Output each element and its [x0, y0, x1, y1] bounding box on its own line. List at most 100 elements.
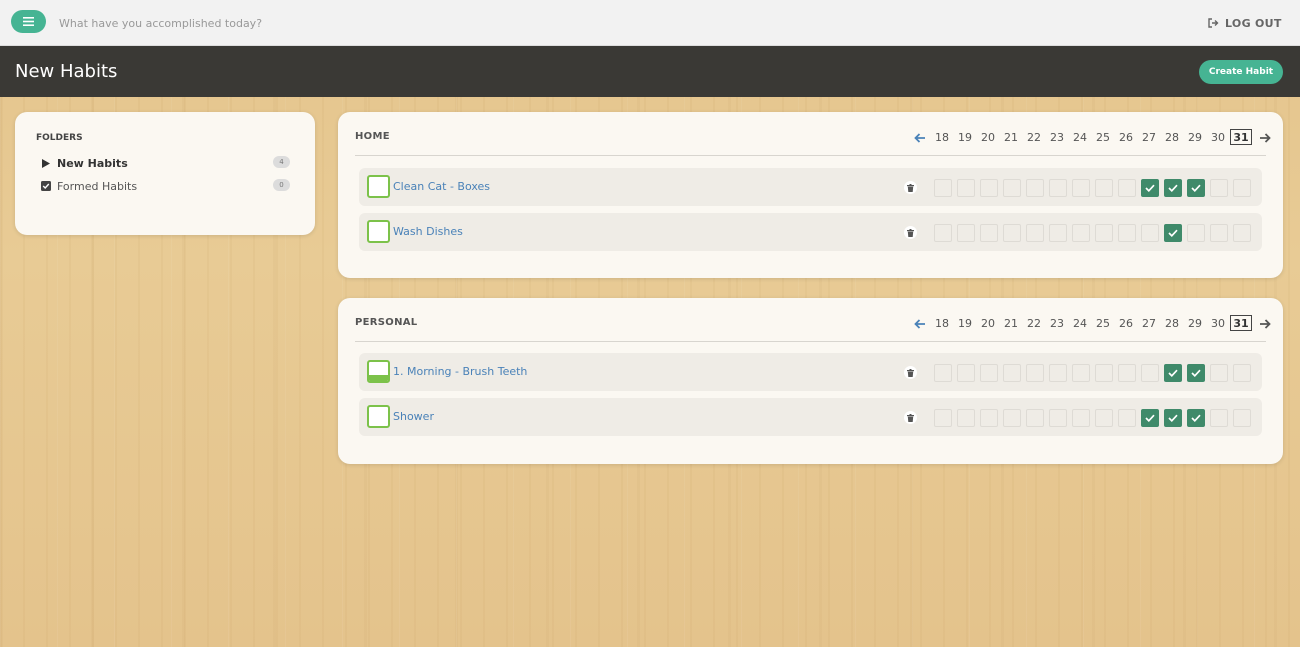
day-label: 19: [958, 130, 972, 144]
day-checkbox[interactable]: [1003, 179, 1021, 197]
day-checkbox[interactable]: [1233, 409, 1251, 427]
accomplishment-input[interactable]: [52, 11, 572, 35]
trash-icon[interactable]: [904, 411, 917, 424]
day-label: 20: [981, 130, 995, 144]
habit-name-link[interactable]: Clean Cat - Boxes: [393, 180, 490, 193]
day-label: 21: [1004, 130, 1018, 144]
folder-item-new-habits[interactable]: New Habits 4: [40, 154, 290, 172]
day-label: 29: [1188, 130, 1202, 144]
menu-button[interactable]: [11, 10, 46, 33]
day-checkbox[interactable]: [980, 409, 998, 427]
day-checkbox[interactable]: [957, 364, 975, 382]
day-checkbox[interactable]: [1095, 179, 1113, 197]
day-checkbox[interactable]: [1003, 409, 1021, 427]
create-habit-button[interactable]: Create Habit: [1199, 60, 1283, 84]
day-checkbox[interactable]: [1210, 224, 1228, 242]
logout-button[interactable]: LOG OUT: [1208, 14, 1282, 32]
day-label: 29: [1188, 316, 1202, 330]
group-title: PERSONAL: [355, 317, 418, 328]
day-label: 30: [1211, 316, 1225, 330]
day-checkbox[interactable]: [1118, 179, 1136, 197]
habit-name-link[interactable]: Wash Dishes: [393, 225, 463, 238]
habit-name-link[interactable]: 1. Morning - Brush Teeth: [393, 365, 527, 378]
trash-icon[interactable]: [904, 181, 917, 194]
trash-icon[interactable]: [904, 366, 917, 379]
day-label: 21: [1004, 316, 1018, 330]
check-icon: [1191, 369, 1201, 377]
day-checkbox[interactable]: [1072, 409, 1090, 427]
habit-checkbox[interactable]: [367, 220, 390, 243]
day-checkbox[interactable]: [1210, 179, 1228, 197]
day-checkbox[interactable]: [934, 364, 952, 382]
day-checkbox[interactable]: [1210, 409, 1228, 427]
day-checkbox[interactable]: [934, 224, 952, 242]
day-checkbox[interactable]: [1072, 364, 1090, 382]
check-icon: [1168, 184, 1178, 192]
day-checkbox-checked[interactable]: [1187, 364, 1205, 382]
day-checkbox[interactable]: [1003, 224, 1021, 242]
day-checkbox[interactable]: [980, 179, 998, 197]
day-checkbox[interactable]: [1118, 364, 1136, 382]
habit-checkbox[interactable]: [367, 175, 390, 198]
day-label: 30: [1211, 130, 1225, 144]
arrow-left-icon[interactable]: [914, 132, 926, 144]
day-checkbox[interactable]: [1095, 409, 1113, 427]
folder-item-formed-habits[interactable]: Formed Habits 0: [40, 177, 290, 195]
day-checkbox[interactable]: [1026, 364, 1044, 382]
day-checkbox[interactable]: [957, 179, 975, 197]
day-checkbox[interactable]: [1118, 224, 1136, 242]
day-checkbox[interactable]: [1026, 409, 1044, 427]
caret-right-icon: [40, 158, 52, 168]
arrow-right-icon[interactable]: [1259, 318, 1271, 330]
day-label: 25: [1096, 130, 1110, 144]
day-checkbox[interactable]: [1233, 364, 1251, 382]
day-checkbox-checked[interactable]: [1164, 179, 1182, 197]
day-checkbox[interactable]: [1003, 364, 1021, 382]
arrow-left-icon[interactable]: [914, 318, 926, 330]
day-checkbox[interactable]: [1072, 224, 1090, 242]
day-checkbox-checked[interactable]: [1164, 409, 1182, 427]
habit-checkbox[interactable]: [367, 405, 390, 428]
day-checkbox[interactable]: [934, 179, 952, 197]
day-checkbox[interactable]: [1026, 224, 1044, 242]
folder-label: New Habits: [57, 156, 128, 170]
day-label: 22: [1027, 130, 1041, 144]
folders-panel: FOLDERS New Habits 4 Formed Habits 0: [15, 112, 315, 235]
day-checkbox[interactable]: [957, 409, 975, 427]
day-checkbox[interactable]: [1141, 364, 1159, 382]
habit-name-link[interactable]: Shower: [393, 410, 434, 423]
day-checkbox-checked[interactable]: [1141, 409, 1159, 427]
day-checkbox[interactable]: [980, 364, 998, 382]
habit-group-personal: PERSONAL 1. Morning - Brush Teeth Shower…: [338, 298, 1283, 464]
day-label: 19: [958, 316, 972, 330]
folder-count-badge: 0: [273, 179, 290, 191]
day-checkbox[interactable]: [1049, 224, 1067, 242]
day-checkbox[interactable]: [1233, 224, 1251, 242]
day-checkbox[interactable]: [1049, 364, 1067, 382]
day-checkbox[interactable]: [1026, 179, 1044, 197]
day-checkbox[interactable]: [1095, 364, 1113, 382]
day-checkbox[interactable]: [1187, 224, 1205, 242]
day-checkbox[interactable]: [957, 224, 975, 242]
day-checkbox[interactable]: [1141, 224, 1159, 242]
day-checkbox[interactable]: [1072, 179, 1090, 197]
day-checkbox[interactable]: [1233, 179, 1251, 197]
day-checkbox[interactable]: [934, 409, 952, 427]
day-checkbox-checked[interactable]: [1164, 364, 1182, 382]
checkbox-checked-icon: [40, 181, 52, 191]
day-checkbox-checked[interactable]: [1141, 179, 1159, 197]
day-checkbox-checked[interactable]: [1187, 179, 1205, 197]
day-checkbox[interactable]: [1118, 409, 1136, 427]
day-checkbox-checked[interactable]: [1187, 409, 1205, 427]
trash-icon[interactable]: [904, 226, 917, 239]
day-checkbox[interactable]: [1095, 224, 1113, 242]
day-checkbox-checked[interactable]: [1164, 224, 1182, 242]
day-checkbox[interactable]: [1049, 179, 1067, 197]
habit-row: Shower: [359, 398, 1262, 436]
arrow-right-icon[interactable]: [1259, 132, 1271, 144]
day-checkbox[interactable]: [980, 224, 998, 242]
day-checkbox[interactable]: [1049, 409, 1067, 427]
habit-checkbox[interactable]: [367, 360, 390, 383]
day-checkbox[interactable]: [1210, 364, 1228, 382]
day-label: 24: [1073, 316, 1087, 330]
